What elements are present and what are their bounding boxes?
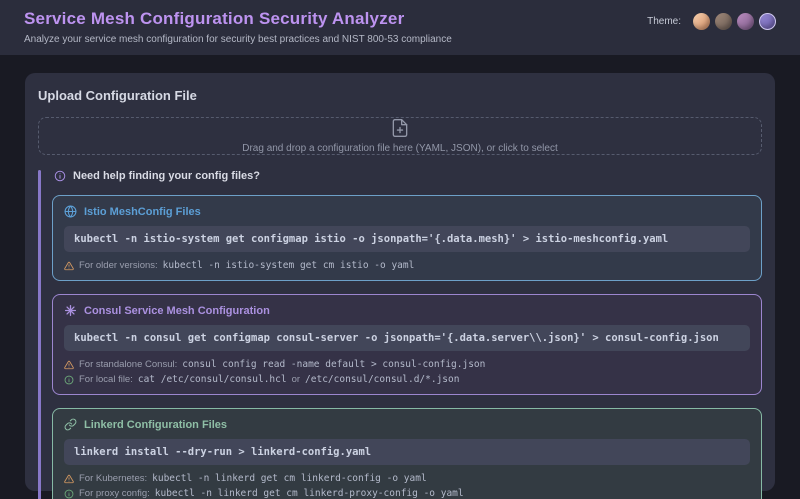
- note-row: For Kubernetes: kubectl -n linkerd get c…: [64, 473, 750, 484]
- warning-icon: [64, 261, 74, 271]
- note-prefix: For Kubernetes:: [79, 473, 148, 484]
- page-title: Service Mesh Configuration Security Anal…: [24, 9, 405, 28]
- section-consul: Consul Service Mesh Configuration kubect…: [52, 294, 762, 395]
- asterisk-icon: [64, 304, 77, 317]
- dropzone-text: Drag and drop a configuration file here …: [242, 143, 558, 154]
- section-linkerd-header: Linkerd Configuration Files: [64, 418, 750, 431]
- page-subtitle: Analyze your service mesh configuration …: [24, 34, 452, 45]
- info-icon: [64, 375, 74, 385]
- linkerd-notes: For Kubernetes: kubectl -n linkerd get c…: [64, 473, 750, 499]
- app-header: Service Mesh Configuration Security Anal…: [0, 0, 800, 55]
- note-command: kubectl -n linkerd get cm linkerd-config…: [152, 473, 427, 484]
- theme-button-peach[interactable]: [693, 13, 710, 30]
- section-istio-title: Istio MeshConfig Files: [84, 205, 201, 218]
- upload-card: Upload Configuration File Drag and drop …: [25, 73, 775, 499]
- theme-picker: Theme:: [647, 13, 776, 30]
- warning-icon: [64, 474, 74, 484]
- note-command: kubectl -n linkerd get cm linkerd-proxy-…: [154, 488, 464, 499]
- note-middle-text: or: [291, 374, 301, 385]
- globe-icon: [64, 205, 77, 218]
- linkerd-command: linkerd install --dry-run > linkerd-conf…: [64, 439, 750, 465]
- note-prefix: For local file:: [79, 374, 133, 385]
- file-plus-icon: [390, 118, 410, 138]
- section-consul-header: Consul Service Mesh Configuration: [64, 304, 750, 317]
- section-istio: Istio MeshConfig Files kubectl -n istio-…: [52, 195, 762, 281]
- note-command: kubectl -n istio-system get cm istio -o …: [162, 260, 415, 271]
- warning-icon: [64, 360, 74, 370]
- help-title-row: Need help finding your config files?: [52, 168, 762, 182]
- info-icon: [54, 170, 66, 182]
- help-section: Need help finding your config files? Ist…: [38, 168, 762, 499]
- theme-button-purple[interactable]: [759, 13, 776, 30]
- info-icon: [64, 489, 74, 499]
- note-row: For proxy config: kubectl -n linkerd get…: [64, 488, 750, 499]
- section-linkerd: Linkerd Configuration Files linkerd inst…: [52, 408, 762, 499]
- note-command: consul config read -name default > consu…: [182, 359, 486, 370]
- note-command: /etc/consul/consul.d/*.json: [305, 374, 460, 385]
- section-istio-header: Istio MeshConfig Files: [64, 205, 750, 218]
- consul-notes: For standalone Consul: consul config rea…: [64, 359, 750, 385]
- consul-command: kubectl -n consul get configmap consul-s…: [64, 325, 750, 351]
- theme-button-brown[interactable]: [715, 13, 732, 30]
- note-prefix: For standalone Consul:: [79, 359, 178, 370]
- theme-button-mauve[interactable]: [737, 13, 754, 30]
- note-prefix: For older versions:: [79, 260, 158, 271]
- note-row: For older versions: kubectl -n istio-sys…: [64, 260, 750, 271]
- link-icon: [64, 418, 77, 431]
- note-prefix: For proxy config:: [79, 488, 150, 499]
- theme-label: Theme:: [647, 16, 681, 27]
- card-heading: Upload Configuration File: [38, 88, 197, 103]
- note-row: For local file: cat /etc/consul/consul.h…: [64, 374, 750, 385]
- note-command: cat /etc/consul/consul.hcl: [137, 374, 287, 385]
- note-row: For standalone Consul: consul config rea…: [64, 359, 750, 370]
- file-dropzone[interactable]: Drag and drop a configuration file here …: [38, 117, 762, 155]
- istio-command: kubectl -n istio-system get configmap is…: [64, 226, 750, 252]
- header-text: Service Mesh Configuration Security Anal…: [24, 9, 452, 45]
- section-linkerd-title: Linkerd Configuration Files: [84, 418, 228, 431]
- istio-notes: For older versions: kubectl -n istio-sys…: [64, 260, 750, 271]
- help-title: Need help finding your config files?: [73, 170, 261, 182]
- section-consul-title: Consul Service Mesh Configuration: [84, 304, 270, 317]
